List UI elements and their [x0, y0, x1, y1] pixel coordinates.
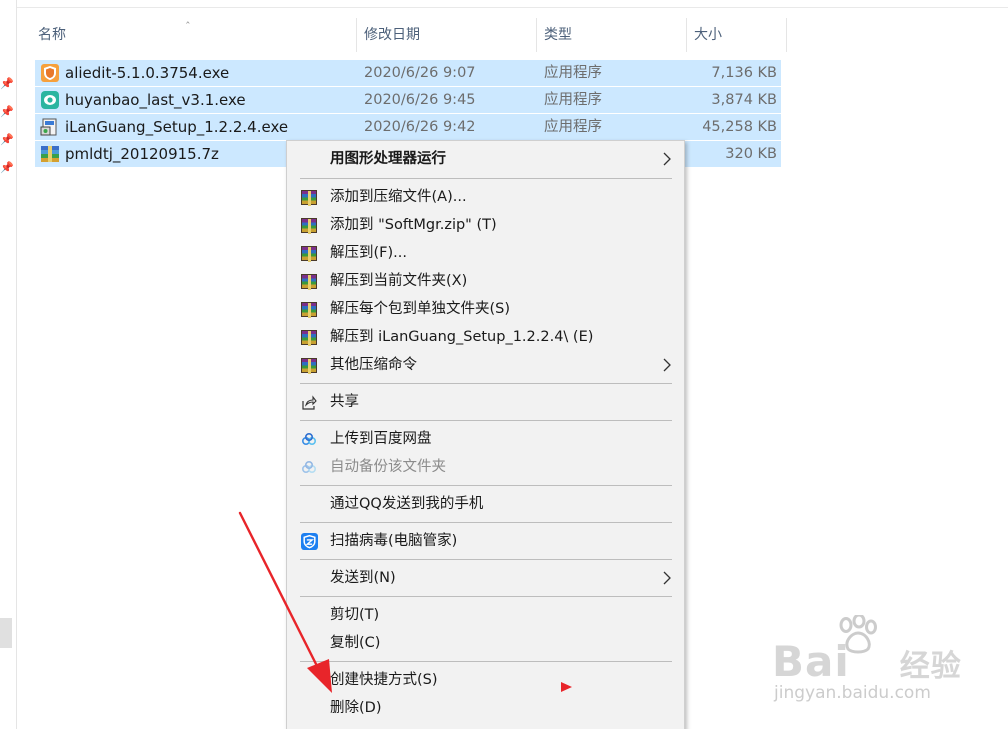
menu-item-label: 解压每个包到单独文件夹(S) [330, 301, 511, 317]
menu-item-upload-baidu[interactable]: 上传到百度网盘 [288, 425, 684, 453]
menu-separator [300, 178, 672, 179]
baidu-jingyan-watermark: Bai 经验 jingyan.baidu.com [772, 615, 972, 710]
pin-icon[interactable]: 📌 [0, 162, 14, 173]
file-size: 320 KB [725, 146, 777, 162]
menu-item-label: 其他压缩命令 [330, 357, 417, 373]
menu-item-label: 解压到 iLanGuang_Setup_1.2.2.4\ (E) [330, 329, 594, 345]
menu-separator [300, 522, 672, 523]
file-type: 应用程序 [544, 92, 602, 108]
file-name: aliedit-5.1.0.3754.exe [65, 64, 230, 82]
navigation-pane: 📌 📌 📌 📌 [0, 0, 17, 729]
pin-icon[interactable]: 📌 [0, 106, 14, 117]
menu-item-label: 删除(D) [330, 700, 382, 716]
share-icon [302, 395, 317, 410]
file-date: 2020/6/26 9:42 [364, 119, 476, 135]
menu-item-label: 扫描病毒(电脑管家) [330, 533, 458, 549]
setup-installer-icon [40, 118, 57, 136]
file-size: 7,136 KB [711, 65, 777, 81]
nav-scrollbar-thumb[interactable] [0, 618, 12, 648]
menu-separator [300, 383, 672, 384]
file-date: 2020/6/26 9:45 [364, 92, 476, 108]
menu-item-copy[interactable]: 复制(C) [288, 629, 684, 657]
menu-item-extract-each[interactable]: 解压每个包到单独文件夹(S) [288, 295, 684, 323]
menu-separator [300, 559, 672, 560]
menu-item-add-to-archive[interactable]: 添加到压缩文件(A)... [288, 183, 684, 211]
menu-item-add-to-zip[interactable]: 添加到 "SoftMgr.zip" (T) [288, 211, 684, 239]
file-type: 应用程序 [544, 65, 602, 81]
menu-item-scan-virus[interactable]: 扫描病毒(电脑管家) [288, 527, 684, 555]
menu-item-share[interactable]: 共享 [288, 388, 684, 416]
file-row[interactable]: aliedit-5.1.0.3754.exe 2020/6/26 9:07 应用… [35, 60, 781, 86]
file-date: 2020/6/26 9:07 [364, 65, 476, 81]
menu-item-label: 添加到压缩文件(A)... [330, 189, 467, 205]
menu-item-run-with-gpu[interactable]: 用图形处理器运行 [288, 145, 684, 173]
column-header-name[interactable]: 名称 [31, 18, 357, 52]
menu-item-label: 用图形处理器运行 [330, 151, 446, 167]
huyanbao-eye-icon [41, 91, 59, 109]
pin-icon[interactable]: 📌 [0, 134, 14, 145]
menu-item-label: 创建快捷方式(S) [330, 672, 438, 688]
aliedit-shield-icon [41, 64, 59, 82]
menu-item-label: 剪切(T) [330, 607, 380, 623]
menu-item-send-to[interactable]: 发送到(N) [288, 564, 684, 592]
column-header-modified[interactable]: 修改日期 [357, 18, 537, 52]
menu-item-qq-send[interactable]: 通过QQ发送到我的手机 [288, 490, 684, 518]
menu-item-extract-here[interactable]: 解压到当前文件夹(X) [288, 267, 684, 295]
menu-item-other-compress[interactable]: 其他压缩命令 [288, 351, 684, 379]
file-row[interactable]: huyanbao_last_v3.1.exe 2020/6/26 9:45 应用… [35, 87, 781, 113]
menu-item-label: 解压到当前文件夹(X) [330, 273, 468, 289]
winrar-icon [301, 330, 317, 346]
pin-icon[interactable]: 📌 [0, 78, 14, 89]
submenu-arrow-icon [663, 152, 671, 166]
winrar-icon [301, 274, 317, 290]
file-name: iLanGuang_Setup_1.2.2.4.exe [65, 118, 289, 136]
context-menu: 用图形处理器运行 添加到压缩文件(A)... 添加到 "SoftMgr.zip"… [286, 140, 685, 729]
menu-item-extract-to[interactable]: 解压到(F)... [288, 239, 684, 267]
top-strip [17, 0, 1008, 8]
file-size: 3,874 KB [711, 92, 777, 108]
menu-item-label: 发送到(N) [330, 570, 396, 586]
menu-item-create-shortcut[interactable]: 创建快捷方式(S) [288, 666, 684, 694]
menu-separator [300, 596, 672, 597]
baidu-netdisk-icon [301, 460, 317, 474]
submenu-arrow-icon [663, 358, 671, 372]
winrar-icon [301, 302, 317, 318]
winrar-icon [301, 218, 317, 234]
menu-item-extract-named[interactable]: 解压到 iLanGuang_Setup_1.2.2.4\ (E) [288, 323, 684, 351]
menu-item-label: 复制(C) [330, 635, 381, 651]
file-name: huyanbao_last_v3.1.exe [65, 91, 246, 109]
baidu-netdisk-icon [301, 432, 317, 446]
menu-item-label: 自动备份该文件夹 [330, 459, 446, 475]
column-header-type[interactable]: 类型 [537, 18, 687, 52]
file-size: 45,258 KB [702, 119, 777, 135]
winrar-icon [301, 190, 317, 206]
menu-item-auto-backup: 自动备份该文件夹 [288, 453, 684, 481]
menu-separator [300, 420, 672, 421]
menu-item-label: 上传到百度网盘 [330, 431, 432, 447]
menu-item-label: 添加到 "SoftMgr.zip" (T) [330, 217, 497, 233]
tencent-pc-manager-icon [301, 533, 318, 550]
menu-separator [300, 485, 672, 486]
winrar-icon [301, 358, 317, 374]
file-row[interactable]: iLanGuang_Setup_1.2.2.4.exe 2020/6/26 9:… [35, 114, 781, 140]
explorer-window: 📌 📌 📌 📌 ‸ 名称 修改日期 类型 大小 aliedit-5.1.0.37… [0, 0, 1008, 729]
file-name: pmldtj_20120915.7z [65, 145, 219, 163]
menu-item-label: 共享 [330, 394, 359, 410]
menu-separator [300, 661, 672, 662]
menu-item-cut[interactable]: 剪切(T) [288, 601, 684, 629]
column-header-size[interactable]: 大小 [687, 18, 787, 52]
menu-item-label: 通过QQ发送到我的手机 [330, 496, 484, 512]
menu-item-delete[interactable]: 删除(D) [288, 694, 684, 722]
menu-item-label: 解压到(F)... [330, 245, 407, 261]
file-type: 应用程序 [544, 119, 602, 135]
winrar-icon [301, 246, 317, 262]
archive-icon [41, 146, 59, 162]
watermark-url: jingyan.baidu.com [774, 683, 931, 703]
submenu-arrow-icon [663, 571, 671, 585]
watermark-logo: Bai 经验 [772, 637, 962, 686]
